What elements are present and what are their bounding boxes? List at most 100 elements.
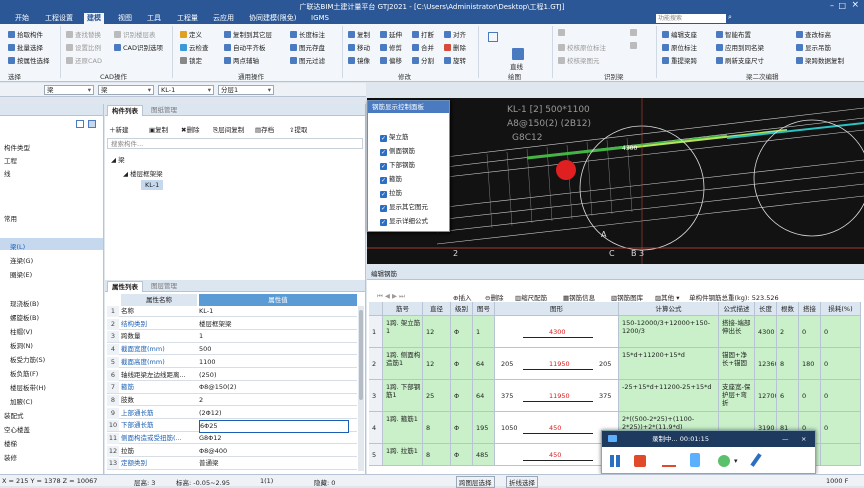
rebar-cell[interactable]: 15*d+11200+15*d [619,348,719,380]
apply-same-name-button[interactable]: 应用到同名梁 [716,42,764,52]
batch-select-button[interactable]: 批量选择 [8,42,43,52]
rebar-cell[interactable]: 1跨. 架立筋1 [383,316,423,348]
rebar-cell[interactable]: 搭接-端部伸出长 [719,316,755,348]
find-replace-button[interactable]: 查找替换 [66,29,101,39]
property-value[interactable]: 6Φ25 [199,420,349,434]
rebar-cell[interactable]: 12700 [755,380,777,412]
rebar-cell[interactable]: 0 [821,348,861,380]
nav-item-prefab[interactable]: 装配式 [4,410,24,420]
tab-drawing-mgmt[interactable]: 图纸管理 [147,105,181,115]
check-elevation-button[interactable]: 查改标高 [796,29,831,39]
property-row[interactable]: 11 侧面构造或受扭筋(... G8Φ12 [107,433,357,445]
tab-tools[interactable]: 工具 [144,13,164,24]
nav-item[interactable]: 构件类型 [4,142,30,152]
tab-igms[interactable]: IGMS [308,13,332,24]
property-value[interactable]: 2 [199,395,349,406]
refresh-support-button[interactable]: 刷新支座尺寸 [716,55,764,65]
component-search-input[interactable]: 搜索构件... [107,138,363,149]
sidebar-item-spiral-slab[interactable]: 螺旋板(B) [10,312,39,322]
property-value[interactable]: (2Φ12) [199,408,349,419]
rebar-cell[interactable]: 375 11950 375 [495,380,619,412]
tab-cloud[interactable]: 云应用 [210,13,237,24]
extract-button[interactable]: ⇪提取 [289,124,307,134]
select-by-property-button[interactable]: 按属性选择 [8,55,50,65]
sidebar-item-ring-beam[interactable]: 圈梁(E) [10,269,32,279]
property-value[interactable]: Φ8@400 [199,446,349,457]
trim-button[interactable]: 修剪 [380,42,402,52]
property-value[interactable]: 1 [199,331,349,342]
id-option-1-button[interactable] [630,29,639,37]
copy-to-floors-button[interactable]: 复制到其它层 [224,29,272,39]
property-value[interactable]: Φ8@150(2) [199,382,349,393]
merge-button[interactable]: 合并 [412,42,434,52]
property-value[interactable]: 500 [199,344,349,355]
offset-button[interactable]: 偏移 [380,55,402,65]
property-value[interactable]: 1100 [199,357,349,368]
sidebar-item-neg-rebar[interactable]: 板负筋(F) [10,368,38,378]
restore-cad-button[interactable]: 还原CAD [66,55,102,65]
rebar-cell[interactable]: 0 [821,380,861,412]
nav-item-hollow[interactable]: 空心楼盖 [4,424,30,434]
extend-button[interactable]: 延伸 [380,29,402,39]
property-row[interactable]: 7 箍筋 Φ8@150(2) [107,382,357,394]
insert-button[interactable]: ⊕插入 [453,292,471,302]
sidebar-item-beam[interactable]: 梁(L) [10,241,25,251]
nav-item-finish[interactable]: 装修 [4,452,17,462]
pick-component-button[interactable]: 拾取构件 [8,29,43,39]
rebar-cell[interactable]: Φ [451,412,473,444]
delete-button[interactable]: 删除 [444,42,466,52]
recorder-close-icon[interactable]: × [801,431,806,447]
tab-start[interactable]: 开始 [12,13,32,24]
rebar-cell[interactable]: 12 [423,316,451,348]
rebar-cell[interactable]: 25 [423,380,451,412]
smart-layout-button[interactable]: 智能布置 [716,29,751,39]
annotate-icon[interactable] [718,455,730,467]
copy-span-data-button[interactable]: 梁跨数据复制 [796,55,844,65]
tab-view[interactable]: 视图 [115,13,135,24]
property-row[interactable]: 12 拉筋 Φ8@400 [107,445,357,458]
pen-line-icon[interactable] [662,465,676,467]
checkbox-erection-bar[interactable]: ✓ 架立筋 [380,131,409,142]
tab-layer-mgmt[interactable]: 图层管理 [147,281,181,291]
move-button[interactable]: 移动 [348,42,370,52]
rebar-cell[interactable]: 64 [473,380,495,412]
element-filter-button[interactable]: 图元过滤 [290,55,325,65]
property-row[interactable]: 4 截面宽度(mm) 500 [107,344,357,356]
checkbox-bottom-bar[interactable]: ✓ 下部钢筋 [380,159,415,170]
identify-floor-table-button[interactable]: 识别楼层表 [114,29,156,39]
rebar-cell[interactable]: 1跨. 下部钢筋1 [383,380,423,412]
break-button[interactable]: 打断 [412,29,434,39]
check-beam-button[interactable]: 校核梁图元 [558,55,600,65]
tree-node-kl1[interactable]: KL-1 [141,180,164,190]
cad-options-button[interactable]: CAD识别选项 [114,42,163,52]
close-icon[interactable]: × [851,0,859,10]
rebar-cell[interactable]: 64 [473,348,495,380]
property-value[interactable]: 普通梁 [199,458,349,469]
rebar-cell[interactable]: 支座宽-保护层+弯折 [719,380,755,412]
property-row[interactable]: 2 结构类别 楼层框架梁 [107,318,357,331]
sidebar-item-coupling-beam[interactable]: 连梁(G) [10,255,33,265]
set-scale-button[interactable]: 设置比例 [66,42,101,52]
tab-component-list[interactable]: 构件列表 [107,105,143,116]
rebar-cell[interactable]: 0 [821,412,861,444]
sidebar-item-haunch[interactable]: 加腋(C) [10,396,33,406]
checkbox-other-elements[interactable]: ✓ 显示其它图元 [380,201,428,212]
nav-item[interactable]: 线 [4,168,11,178]
property-value[interactable]: 楼层框架梁 [199,319,349,330]
cross-layer-select-button[interactable]: 跨图层选择 [456,476,495,488]
minimize-icon[interactable]: – [830,1,834,10]
cloud-check-button[interactable]: 云检查 [180,42,209,52]
nav-item-stairs[interactable]: 楼梯 [4,438,17,448]
rebar-cell[interactable]: Φ [451,380,473,412]
scale-rebar-button[interactable]: ▥缩尺配筋 [515,292,547,302]
delete-component-button[interactable]: ✖删除 [181,124,199,134]
rebar-cell[interactable]: 4300 [495,316,619,348]
rebar-cell[interactable]: Φ [451,444,473,466]
property-scrollbar[interactable] [358,306,364,471]
rebar-cell[interactable]: 485 [473,444,495,466]
grid-view-icon[interactable] [76,120,84,128]
layer-select[interactable]: 分层1 [218,85,274,95]
property-value[interactable]: G8Φ12 [199,433,349,444]
rebar-cell[interactable]: 4300 [755,316,777,348]
nav-section[interactable]: 常用 [4,213,17,223]
